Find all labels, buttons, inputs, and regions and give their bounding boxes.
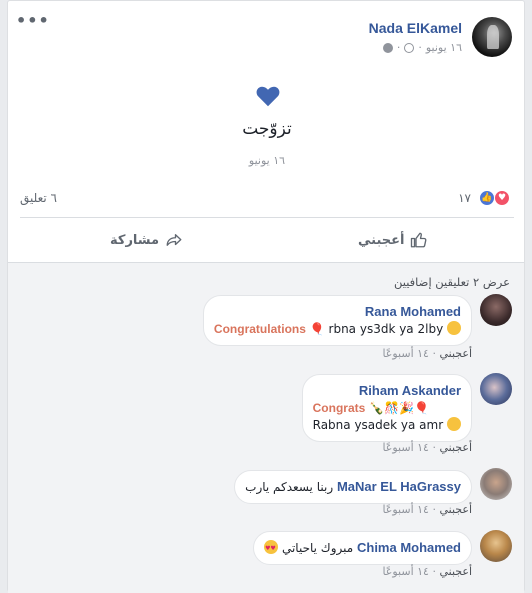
comment-like-link[interactable]: أعجبني — [439, 441, 472, 454]
comment-text: ربنا يسعدكم يارب — [245, 480, 334, 494]
comment-count[interactable]: ٦ تعليق — [20, 191, 57, 205]
commenter-avatar[interactable] — [480, 373, 512, 405]
comment-bubble: MaNar EL HaGrassy ربنا يسعدكم يارب — [234, 470, 472, 504]
share-button[interactable]: مشاركة — [110, 231, 183, 249]
comment-bubble: Chima Mohamed مبروك ياحياتي — [253, 531, 472, 565]
thumbs-up-icon — [411, 232, 427, 248]
share-icon — [166, 234, 182, 246]
comment-like-link[interactable]: أعجبني — [439, 565, 472, 578]
party-popper-icon: 🎉 — [399, 401, 414, 415]
comment-highlight-text: Congratulations — [213, 322, 306, 336]
life-event-title: تزوّجت — [242, 119, 292, 139]
divider — [20, 217, 514, 218]
reactions-summary[interactable]: ١٧ 👍 ♥ — [458, 190, 510, 206]
comment-meta: أعجبني · ١٤ أسبوعًا — [382, 441, 472, 454]
clock-icon — [404, 42, 415, 53]
commenter-name[interactable]: Riham Askander — [359, 383, 461, 398]
comment-meta: أعجبني · ١٤ أسبوعًا — [382, 565, 472, 578]
post-meta: ١٦ يونيو · · — [382, 41, 462, 54]
comment-time[interactable]: ١٤ أسبوعًا — [382, 565, 429, 578]
love-reaction-icon: ♥ — [494, 190, 510, 206]
comment-bubble: Riham Askander Congrats 🍾🎊🎉🎈 Rabna ysade… — [301, 374, 472, 442]
comment-time[interactable]: ١٤ أسبوعًا — [382, 441, 429, 454]
commenter-name[interactable]: MaNar EL HaGrassy — [337, 479, 461, 494]
kiss-emoji-icon — [447, 417, 461, 431]
life-event-date: ١٦ يونيو — [248, 154, 286, 167]
comment-text: rbna ys3dk ya 2lby — [328, 322, 444, 336]
comment-highlight-text: Congrats — [312, 401, 366, 415]
commenter-avatar[interactable] — [480, 294, 512, 326]
share-label: مشاركة — [110, 232, 160, 248]
heart-eyes-emoji-icon — [264, 540, 279, 557]
comment-time[interactable]: ١٤ أسبوعًا — [382, 503, 429, 516]
more-options-icon[interactable]: ••• — [16, 11, 50, 30]
post-card: ••• Nada ElKamel ١٦ يونيو · · تزوّجت ١٦ … — [7, 0, 525, 593]
comment-meta: أعجبني · ١٤ أسبوعًا — [382, 347, 472, 360]
heart-icon — [256, 86, 280, 107]
balloon-icon: 🎈 — [413, 401, 429, 415]
comment-like-link[interactable]: أعجبني — [439, 347, 472, 360]
author-avatar[interactable] — [472, 17, 512, 57]
kiss-emoji-icon — [447, 321, 461, 335]
comment-bubble: Rana Mohamed Congratulations 🎈 rbna ys3d… — [202, 295, 472, 346]
commenter-avatar[interactable] — [480, 468, 512, 500]
like-button[interactable]: أعجبني — [358, 231, 428, 249]
comment-text: مبروك ياحياتي — [281, 541, 354, 555]
comment-time[interactable]: ١٤ أسبوعًا — [382, 347, 429, 360]
author-name[interactable]: Nada ElKamel — [369, 20, 462, 36]
comment-meta: أعجبني · ١٤ أسبوعًا — [382, 503, 472, 516]
comments-section: عرض ٢ تعليقين إضافيين Rana Mohamed Congr… — [8, 262, 524, 593]
party-face-icon: 🎊 — [384, 401, 400, 415]
reaction-count: ١٧ — [458, 191, 471, 205]
comment-text: Rabna ysadek ya amr — [312, 418, 444, 432]
like-reaction-icon: 👍 — [479, 190, 495, 206]
view-more-comments-link[interactable]: عرض ٢ تعليقين إضافيين — [394, 275, 510, 289]
commenter-avatar[interactable] — [480, 530, 512, 562]
balloon-icon: 🎈 — [309, 322, 325, 336]
post-date[interactable]: ١٦ يونيو — [426, 41, 462, 54]
globe-icon[interactable] — [382, 42, 393, 53]
commenter-name[interactable]: Chima Mohamed — [357, 540, 461, 555]
commenter-name[interactable]: Rana Mohamed — [365, 304, 461, 319]
bottle-icon: 🍾 — [369, 401, 385, 415]
comment-like-link[interactable]: أعجبني — [439, 503, 472, 516]
like-label: أعجبني — [358, 232, 405, 248]
